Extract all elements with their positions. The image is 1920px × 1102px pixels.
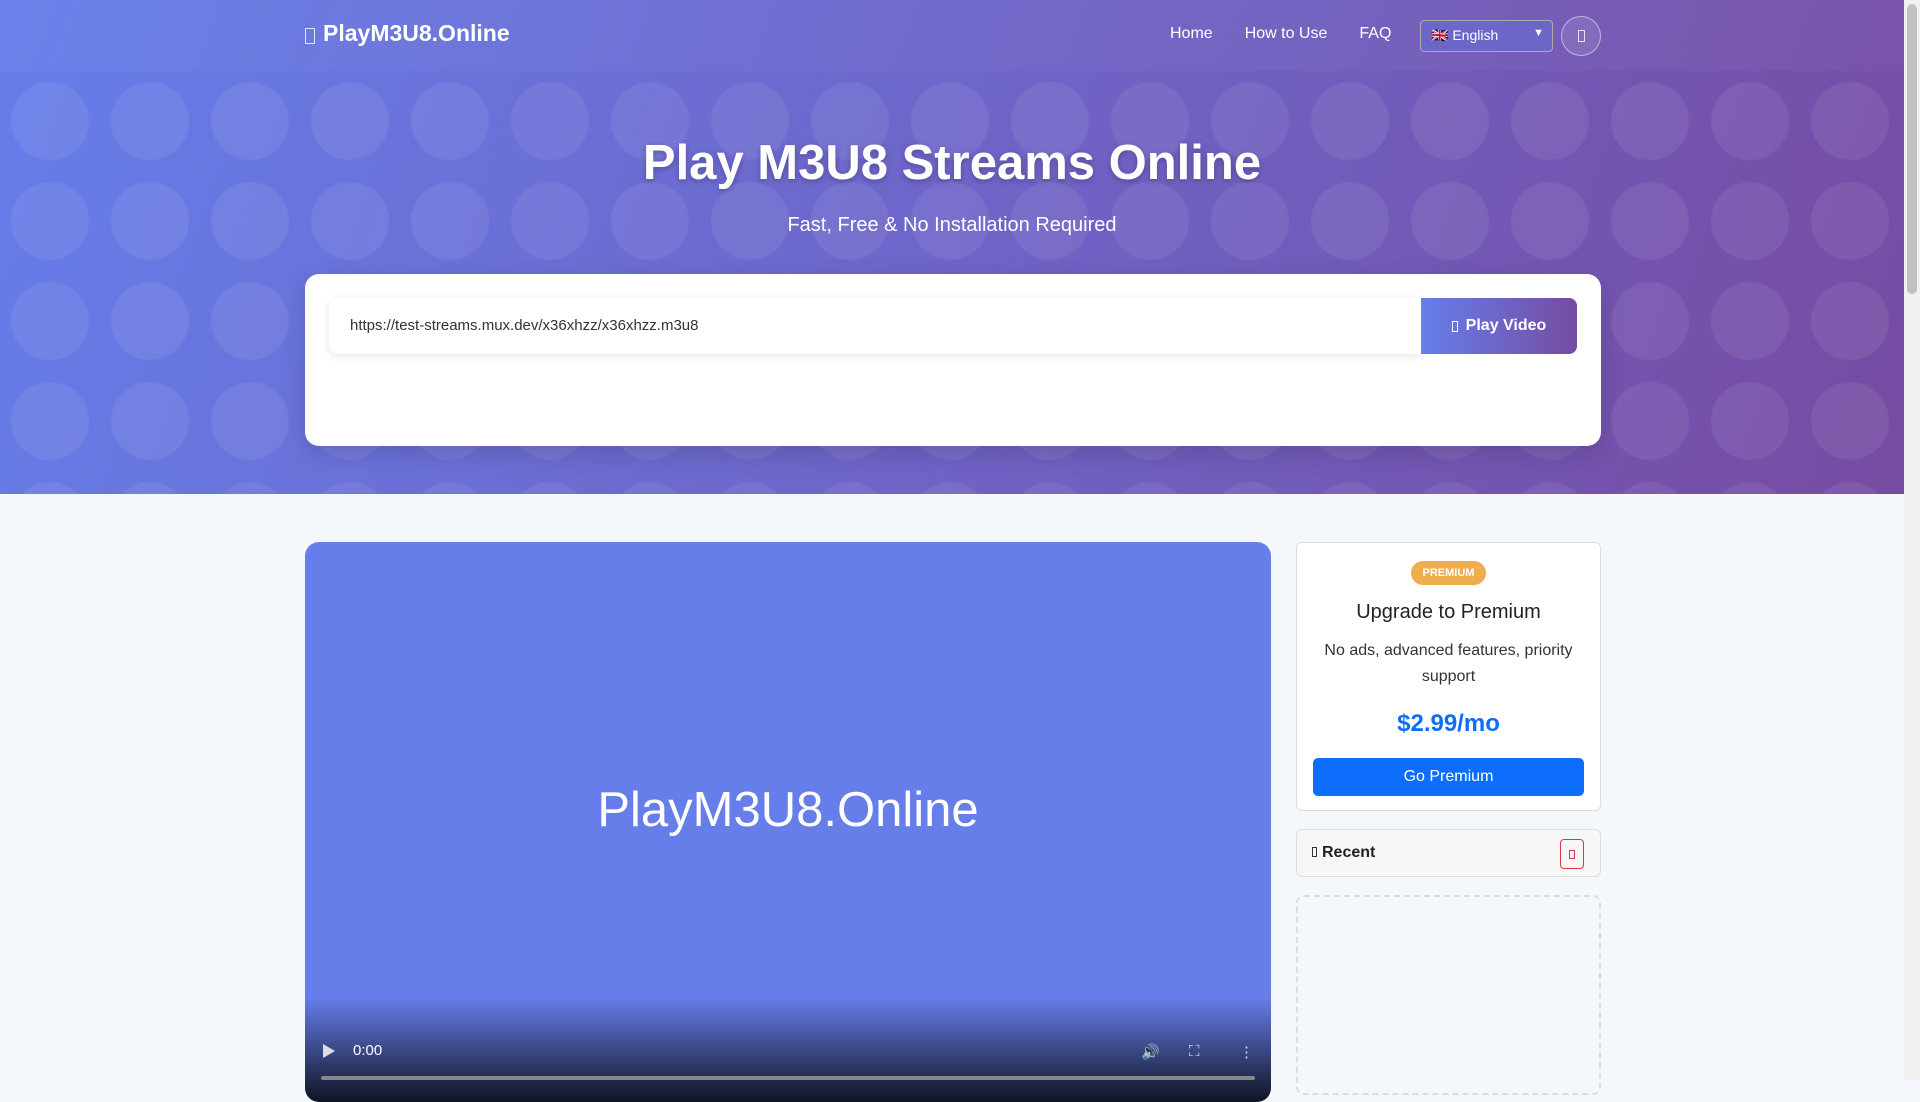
volume-icon[interactable]: 🔊 <box>1141 1043 1160 1061</box>
history-icon <box>1312 847 1317 857</box>
ad-placeholder <box>1296 895 1601 1095</box>
play-video-button[interactable]: Play Video <box>1421 298 1577 354</box>
nav-home[interactable]: Home <box>1170 25 1213 43</box>
trash-icon <box>1569 850 1575 859</box>
clear-recent-button[interactable] <box>1560 839 1584 869</box>
url-card: https://test-streams.mux.dev/x36xhzz/x36… <box>305 274 1601 446</box>
premium-description: No ads, advanced features, priority supp… <box>1324 642 1573 685</box>
scrollbar-thumb[interactable] <box>1907 4 1917 294</box>
play-icon <box>305 28 315 44</box>
recent-panel[interactable]: Recent <box>1296 829 1601 877</box>
play-video-label: Play Video <box>1465 317 1547 334</box>
play-icon[interactable] <box>323 1044 335 1058</box>
url-input[interactable]: https://test-streams.mux.dev/x36xhzz/x36… <box>329 298 1421 354</box>
hero-section: PlayM3U8.Online Home How to Use FAQ 🇬🇧 E… <box>0 0 1904 494</box>
premium-price: $2.99/mo <box>1397 710 1500 737</box>
video-controls: 0:00 🔊 ⛶ ⋮ <box>305 997 1271 1102</box>
premium-badge: PREMIUM <box>1410 561 1487 585</box>
video-player[interactable]: PlayM3U8.Online 0:00 🔊 ⛶ ⋮ <box>305 542 1271 1102</box>
page-title: Play M3U8 Streams Online <box>642 136 1262 190</box>
fullscreen-icon[interactable]: ⛶ <box>1189 1043 1200 1060</box>
progress-bar[interactable] <box>321 1076 1255 1080</box>
current-time: 0:00 <box>353 1042 383 1059</box>
language-value: 🇬🇧 English <box>1431 27 1499 43</box>
language-select[interactable]: 🇬🇧 English ▼ <box>1420 20 1553 52</box>
moon-icon <box>1578 30 1585 42</box>
page-subtitle: Fast, Free & No Installation Required <box>787 214 1117 236</box>
video-watermark: PlayM3U8.Online <box>597 783 979 837</box>
nav-how-to-use[interactable]: How to Use <box>1245 25 1328 43</box>
chevron-down-icon: ▼ <box>1533 27 1544 39</box>
scrollbar[interactable] <box>1904 0 1920 1080</box>
brand-logo[interactable]: PlayM3U8.Online <box>305 20 510 47</box>
more-options-icon[interactable]: ⋮ <box>1239 1043 1254 1061</box>
theme-toggle-button[interactable] <box>1561 16 1601 56</box>
premium-card: PREMIUM Upgrade to Premium No ads, advan… <box>1296 542 1601 811</box>
go-premium-button[interactable]: Go Premium <box>1313 758 1584 796</box>
recent-label: Recent <box>1322 844 1376 861</box>
brand-name: PlayM3U8.Online <box>323 20 510 46</box>
navbar: PlayM3U8.Online Home How to Use FAQ 🇬🇧 E… <box>0 0 1904 71</box>
play-icon <box>1451 321 1458 332</box>
nav-faq[interactable]: FAQ <box>1359 25 1391 43</box>
premium-title: Upgrade to Premium <box>1356 601 1541 623</box>
